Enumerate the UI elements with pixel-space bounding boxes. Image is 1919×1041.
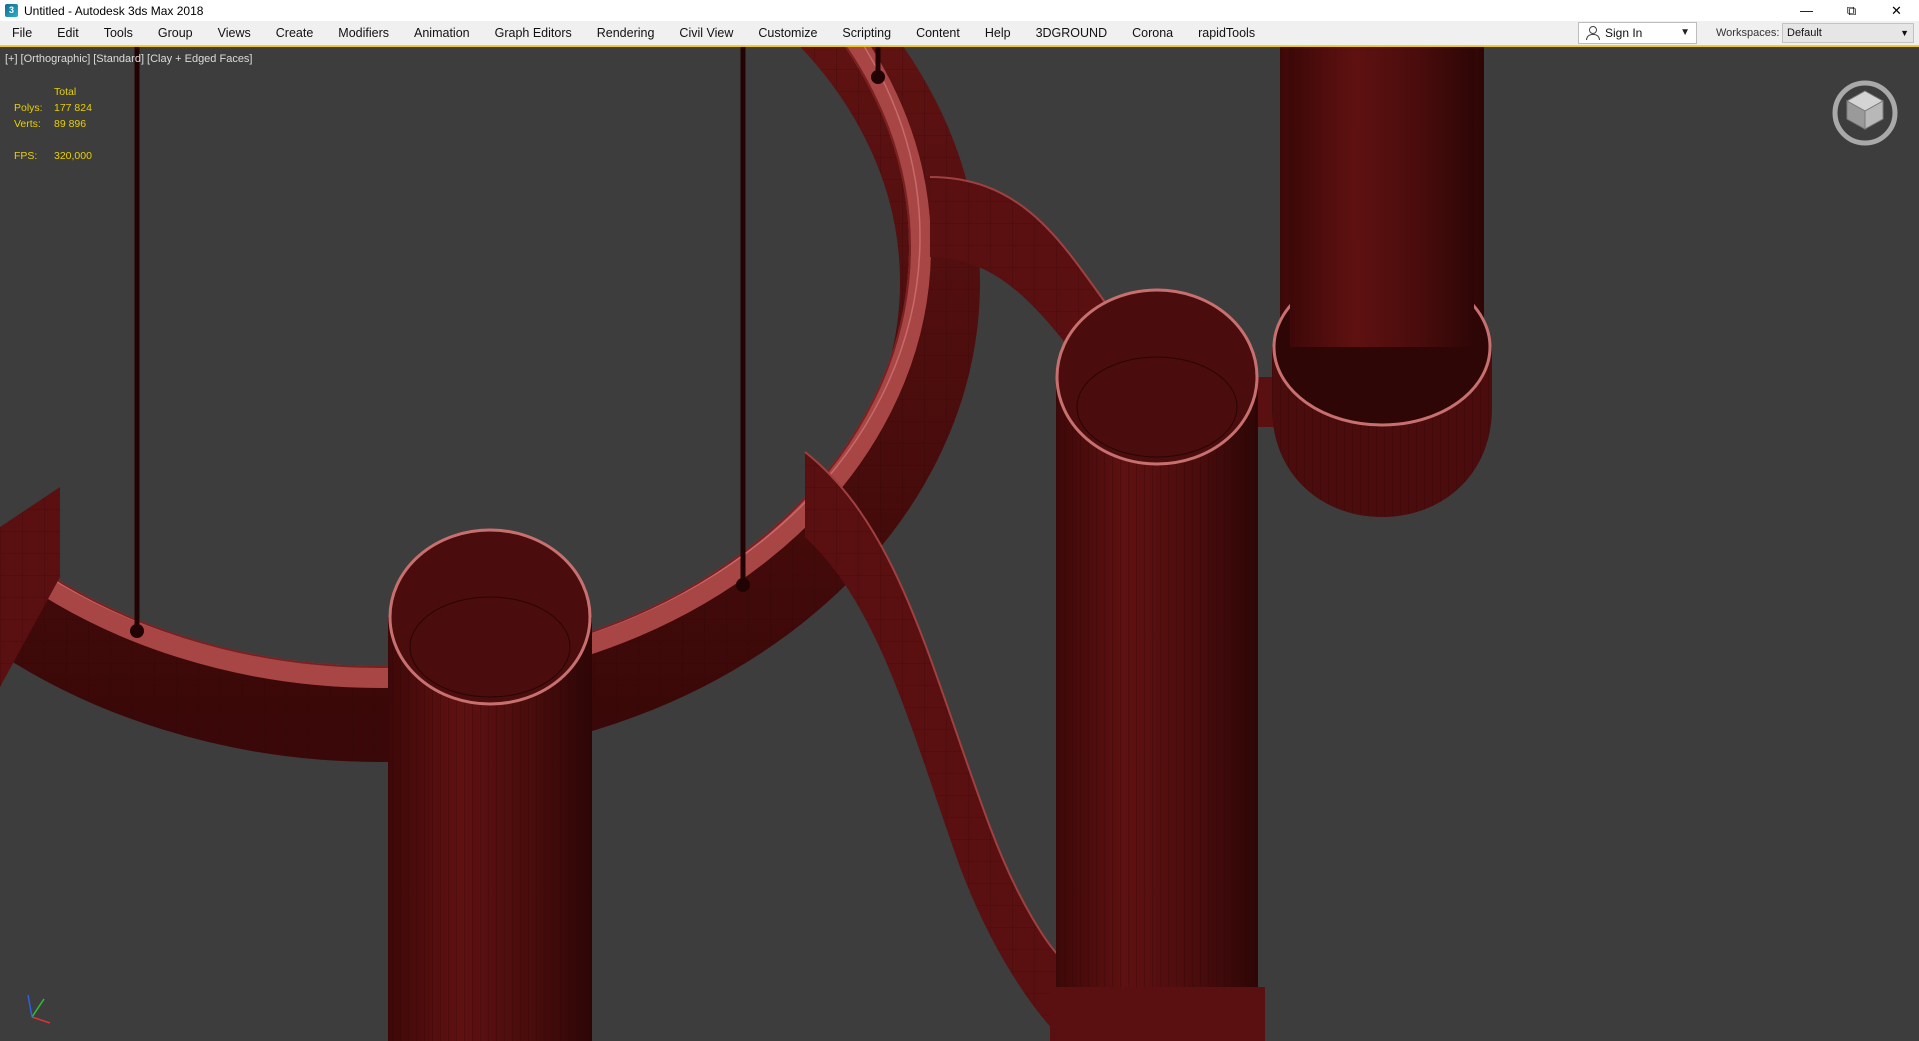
menu-group[interactable]: Group bbox=[158, 26, 193, 40]
restore-icon: ⧉ bbox=[1846, 2, 1857, 18]
menu-3dground[interactable]: 3DGROUND bbox=[1036, 26, 1108, 40]
menu-rendering[interactable]: Rendering bbox=[597, 26, 655, 40]
menu-create[interactable]: Create bbox=[276, 26, 314, 40]
app-icon[interactable]: 3 bbox=[5, 4, 18, 17]
fps-label: FPS: bbox=[14, 150, 38, 162]
curved-arm-lower bbox=[804, 451, 1061, 1037]
window-title: Untitled - Autodesk 3ds Max 2018 bbox=[24, 3, 204, 18]
menu-modifiers[interactable]: Modifiers bbox=[338, 26, 389, 40]
tube-middle bbox=[1055, 288, 1259, 1041]
viewport-shading-menu[interactable]: [Standard] bbox=[93, 53, 144, 65]
close-icon: ✕ bbox=[1891, 2, 1902, 18]
viewport-plus-menu[interactable]: [+] bbox=[5, 53, 18, 65]
sign-in-dropdown[interactable]: Sign In ▼ bbox=[1578, 22, 1697, 44]
tube-bottom-left bbox=[388, 528, 592, 1041]
minimize-button[interactable]: — bbox=[1784, 0, 1829, 21]
viewport-stats: Total Polys: 177 824 Verts: 89 896 FPS: 320… bbox=[14, 84, 92, 164]
menu-civil-view[interactable]: Civil View bbox=[679, 26, 733, 40]
viewport-style-menu[interactable]: [Clay + Edged Faces] bbox=[147, 53, 252, 65]
fps-value: 320,000 bbox=[54, 150, 92, 162]
scene-geometry bbox=[0, 47, 1492, 1041]
menu-content[interactable]: Content bbox=[916, 26, 960, 40]
minimize-icon: — bbox=[1800, 3, 1813, 18]
menu-views[interactable]: Views bbox=[218, 26, 251, 40]
tube-base-ring bbox=[1050, 987, 1265, 1041]
user-icon bbox=[1585, 26, 1600, 40]
menu-scripting[interactable]: Scripting bbox=[842, 26, 891, 40]
viewcube-icon[interactable] bbox=[1829, 77, 1901, 149]
viewport-label: [+] [Orthographic] [Standard] [Clay + Edged… bbox=[5, 53, 256, 65]
close-button[interactable]: ✕ bbox=[1874, 0, 1919, 21]
window-controls: — ⧉ ✕ bbox=[1784, 0, 1919, 21]
menu-edit[interactable]: Edit bbox=[57, 26, 79, 40]
tube-right bbox=[1272, 47, 1492, 517]
workspaces-value: Default bbox=[1787, 27, 1822, 39]
verts-value: 89 896 bbox=[54, 118, 87, 130]
menu-graph-editors[interactable]: Graph Editors bbox=[495, 26, 572, 40]
viewport-view-menu[interactable]: [Orthographic] bbox=[21, 53, 91, 65]
title-bar: 3 Untitled - Autodesk 3ds Max 2018 — ⧉ ✕ bbox=[0, 0, 1919, 21]
polys-label: Polys: bbox=[14, 102, 43, 114]
menu-tools[interactable]: Tools bbox=[104, 26, 133, 40]
viewport-perspective[interactable]: [+] [Orthographic] [Standard] [Clay + Edged… bbox=[0, 46, 1919, 1041]
menu-help[interactable]: Help bbox=[985, 26, 1011, 40]
restore-button[interactable]: ⧉ bbox=[1829, 0, 1874, 21]
verts-label: Verts: bbox=[14, 118, 41, 130]
stats-header: Total bbox=[54, 86, 77, 98]
workspaces-label: Workspaces: bbox=[1716, 27, 1780, 39]
sign-in-label: Sign In bbox=[1605, 26, 1643, 40]
menu-rapidtools[interactable]: rapidTools bbox=[1198, 26, 1255, 40]
menu-file[interactable]: File bbox=[12, 26, 32, 40]
menu-bar: File Edit Tools Group Views Create Modif… bbox=[0, 21, 1919, 46]
chevron-down-icon: ▼ bbox=[1900, 28, 1909, 38]
menu-customize[interactable]: Customize bbox=[758, 26, 817, 40]
chevron-down-icon: ▼ bbox=[1680, 27, 1690, 38]
polys-value: 177 824 bbox=[54, 102, 92, 114]
workspaces-select[interactable]: Default ▼ bbox=[1782, 23, 1914, 43]
axis-tripod-icon bbox=[27, 994, 51, 1024]
menu-corona[interactable]: Corona bbox=[1132, 26, 1173, 40]
menu-animation[interactable]: Animation bbox=[414, 26, 470, 40]
